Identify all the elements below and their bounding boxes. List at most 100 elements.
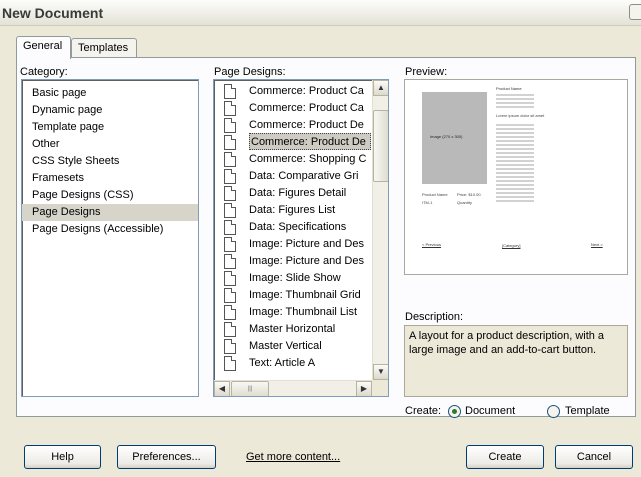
create-label: Create: [405,405,442,417]
document-icon [224,288,236,303]
list-item[interactable]: Data: Figures List [214,202,388,219]
list-item-label: Data: Specifications [249,221,347,233]
preview-category-link: [Category] [502,243,521,248]
preview-product-image: Image (270 x 300) [422,92,487,184]
category-item-page-designs[interactable]: Page Designs [22,204,198,221]
description-text: A layout for a product description, with… [404,325,628,397]
window-title: New Document [2,5,104,21]
document-icon [224,203,236,218]
document-icon [224,237,236,252]
document-icon [224,339,236,354]
document-icon [224,186,236,201]
page-designs-list[interactable]: Commerce: Product Ca Commerce: Product C… [213,79,389,397]
list-item[interactable]: Data: Figures Detail [214,185,388,202]
document-icon [224,169,236,184]
preferences-button[interactable]: Preferences... [117,445,216,469]
list-item-label: Commerce: Shopping C [249,153,367,165]
create-button[interactable]: Create [466,445,544,469]
preview-description-heading: Lorem ipsum dolor sit amet [496,113,545,118]
preview-intro-text [496,94,534,110]
category-item-dynamic-page[interactable]: Dynamic page [22,102,198,119]
document-icon [224,118,236,133]
create-document-radio[interactable] [448,405,461,418]
horizontal-scroll-thumb[interactable]: ||| [231,381,269,396]
horizontal-scrollbar[interactable]: ◀ ||| ▶ [214,380,372,396]
document-icon [224,220,236,235]
list-item[interactable]: Commerce: Product Ca [214,83,388,100]
scroll-left-icon[interactable]: ◀ [214,381,230,396]
category-item-framesets[interactable]: Framesets [22,170,198,187]
list-item-label: Data: Comparative Gri [249,170,359,182]
close-icon[interactable] [629,4,641,20]
category-list[interactable]: Basic page Dynamic page Template page Ot… [21,79,199,397]
list-item-label: Commerce: Product Ca [249,102,364,114]
list-item[interactable]: Data: Specifications [214,219,388,236]
category-item-page-designs-accessible[interactable]: Page Designs (Accessible) [22,221,198,238]
list-item-label: Data: Figures List [249,204,336,216]
page-designs-label: Page Designs: [214,66,286,78]
title-bar[interactable]: New Document [0,0,641,26]
list-item[interactable]: Image: Picture and Des [214,253,388,270]
list-item[interactable]: Commerce: Shopping C [214,151,388,168]
list-item-label: Image: Picture and Des [249,238,364,250]
list-item-label: Data: Figures Detail [249,187,347,199]
list-item[interactable]: Data: Comparative Gri [214,168,388,185]
vertical-scrollbar[interactable]: ▲ ▼ [372,80,388,380]
list-item[interactable]: Image: Thumbnail List [214,304,388,321]
document-icon [224,356,236,371]
description-label: Description: [405,311,464,323]
scrollbar-corner [372,380,388,396]
category-label: Category: [20,66,68,78]
list-item-label: Commerce: Product Ca [249,85,364,97]
category-item-other[interactable]: Other [22,136,198,153]
list-item-label: Text: Article A [249,357,316,369]
create-template-radio[interactable] [547,405,560,418]
list-item-label: Master Vertical [249,340,322,352]
create-template-label[interactable]: Template [565,405,610,417]
cancel-button[interactable]: Cancel [555,445,633,469]
list-item[interactable]: Text: Article A [214,355,388,372]
category-item-css-style-sheets[interactable]: CSS Style Sheets [22,153,198,170]
new-document-dialog: New Document General Templates Category:… [0,0,641,477]
list-item-label: Master Horizontal [249,323,336,335]
list-item-label: Commerce: Product De [249,133,371,150]
list-item-label: Image: Thumbnail Grid [249,289,361,301]
document-icon [224,101,236,116]
tab-general[interactable]: General [16,36,71,59]
document-icon [224,322,236,337]
help-button[interactable]: Help [24,445,101,469]
category-item-page-designs-css[interactable]: Page Designs (CSS) [22,187,198,204]
preview-quantity: Quantity [457,200,472,205]
preview-label: Preview: [405,66,448,78]
scroll-up-icon[interactable]: ▲ [373,80,388,96]
list-item-selected[interactable]: Commerce: Product De [214,133,388,151]
scroll-down-icon[interactable]: ▼ [373,364,388,380]
list-item[interactable]: Image: Slide Show [214,270,388,287]
list-item-label: Commerce: Product De [249,119,364,131]
get-more-content-link[interactable]: Get more content... [246,451,340,463]
scroll-right-icon[interactable]: ▶ [356,381,372,396]
vertical-scroll-thumb[interactable] [373,110,388,182]
list-item-label: Image: Slide Show [249,272,341,284]
list-item[interactable]: Image: Thumbnail Grid [214,287,388,304]
preview-price: Price: $10.00 [457,192,481,197]
document-icon [224,84,236,99]
document-icon [224,135,236,150]
preview-image-label: Image (270 x 300) [430,134,463,139]
category-item-template-page[interactable]: Template page [22,119,198,136]
list-item[interactable]: Image: Picture and Des [214,236,388,253]
list-item[interactable]: Master Vertical [214,338,388,355]
list-item[interactable]: Master Horizontal [214,321,388,338]
create-document-label[interactable]: Document [465,405,515,417]
document-icon [224,305,236,320]
document-icon [224,254,236,269]
preview-product-details: Product Name [422,192,448,197]
list-item-label: Image: Thumbnail List [249,306,358,318]
preview-body-text [496,124,534,204]
category-item-basic-page[interactable]: Basic page [22,85,198,102]
preview-previous-link: < Previous [422,242,442,247]
list-item[interactable]: Commerce: Product Ca [214,100,388,117]
tab-templates[interactable]: Templates [71,38,137,58]
list-item[interactable]: Commerce: Product De [214,117,388,134]
document-icon [224,152,236,167]
